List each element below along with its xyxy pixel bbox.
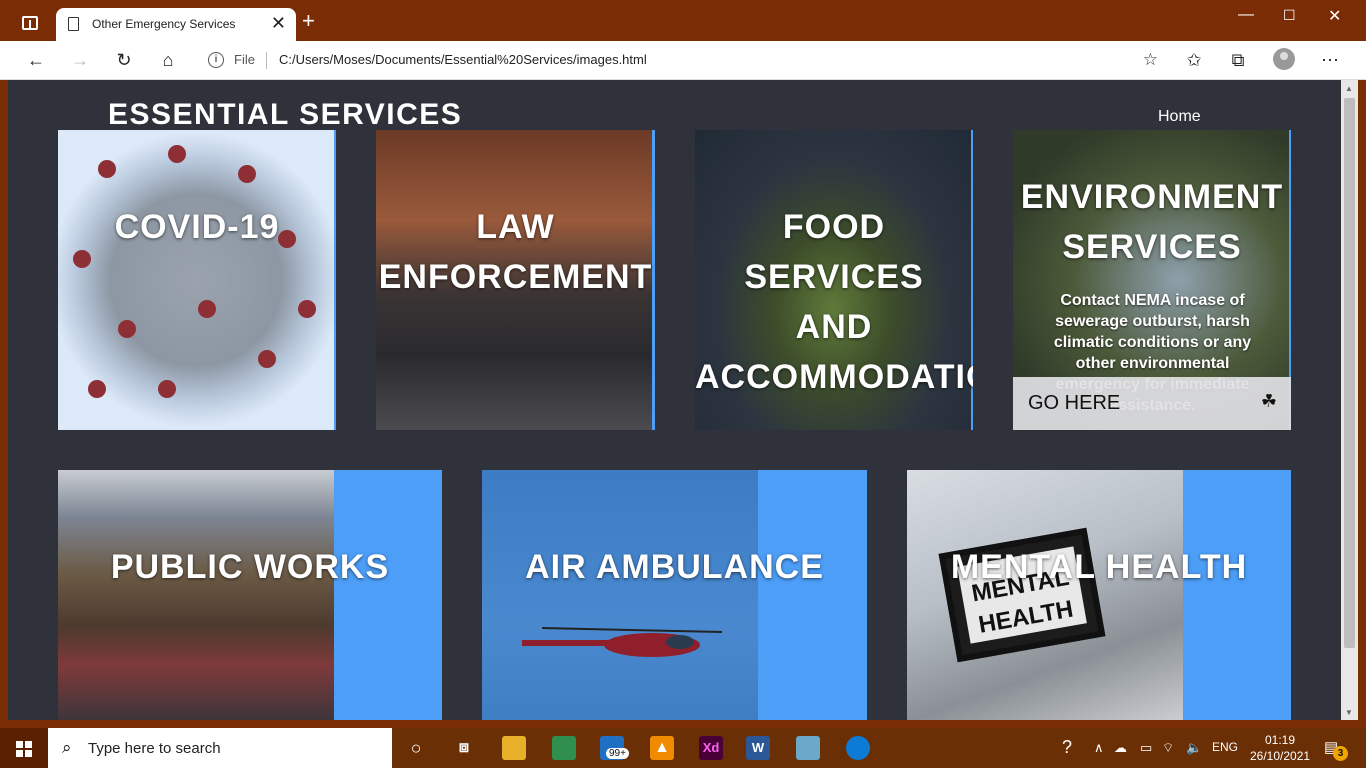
close-window-icon[interactable]: ✕	[1328, 6, 1341, 26]
task-view-icon[interactable]: ⧈	[452, 736, 476, 760]
adobe-xd-icon[interactable]: Xd	[699, 736, 723, 760]
volume-icon[interactable]: 🔈	[1186, 740, 1202, 756]
card-label-mental-health: MENTAL HEALTH	[950, 548, 1248, 586]
window-frame-left	[0, 80, 8, 728]
new-tab-icon[interactable]: +	[302, 10, 315, 32]
auditorium-image	[58, 470, 334, 720]
windows-taskbar: ⌕ Type here to search ○ ⧈ 99+ ▲ Xd W ? ∧…	[0, 728, 1366, 768]
favorites-icon[interactable]: ✩	[1182, 49, 1206, 71]
maximize-icon[interactable]: ☐	[1283, 7, 1296, 24]
vertical-scrollbar[interactable]: ▲ ▼	[1341, 80, 1358, 720]
site-title: ESSENTIAL SERVICES	[108, 98, 463, 131]
browser-tab-bar: Other Emergency Services ✕ + — ☐ ✕	[0, 0, 1366, 41]
refresh-icon[interactable]: ↻	[112, 49, 136, 71]
language-indicator[interactable]: ENG	[1212, 740, 1238, 754]
cloud-icon[interactable]: ☁	[1114, 740, 1127, 756]
helicopter-image	[482, 470, 758, 720]
leaf-icon: ☘	[1260, 391, 1277, 411]
covid-virus-image	[58, 130, 334, 430]
card-mental-health[interactable]: MENTAL HEALTH MENTAL HEALTH	[907, 470, 1291, 720]
more-menu-icon[interactable]: ⋯	[1318, 49, 1342, 71]
info-icon[interactable]: i	[208, 52, 224, 68]
mail-badge: 99+	[606, 748, 629, 759]
clock-time: 01:19	[1264, 733, 1296, 747]
tab-title: Other Emergency Services	[92, 17, 236, 31]
helicopter-icon	[522, 627, 722, 657]
window-frame-bottom	[0, 720, 1366, 728]
clock-date: 26/10/2021	[1250, 749, 1311, 763]
windows-logo-icon	[16, 741, 32, 757]
start-button[interactable]	[0, 728, 48, 768]
system-clock[interactable]: 01:19 26/10/2021	[1250, 732, 1310, 764]
app-icon[interactable]	[796, 736, 820, 760]
home-icon[interactable]: ⌂	[156, 49, 180, 71]
card-label-law: LAW ENFORCEMENT	[378, 208, 653, 296]
browser-toolbar: ← → ↻ ⌂ i File C:/Users/Moses/Documents/…	[0, 41, 1366, 80]
file-label: File	[234, 52, 255, 67]
scroll-down-icon[interactable]: ▼	[1345, 708, 1353, 717]
url-text[interactable]: C:/Users/Moses/Documents/Essential%20Ser…	[279, 52, 647, 67]
card-air-ambulance[interactable]: AIR AMBULANCE	[482, 470, 867, 720]
page-viewport: ESSENTIAL SERVICES Home COVID-19 LAW ENF…	[8, 80, 1340, 720]
address-bar[interactable]: i File C:/Users/Moses/Documents/Essentia…	[196, 46, 1166, 75]
add-favorite-icon[interactable]: ☆	[1143, 50, 1158, 70]
profile-avatar[interactable]	[1273, 48, 1295, 70]
card-food-services[interactable]: FOOD SERVICES AND ACCOMMODATION	[695, 130, 973, 430]
forward-icon[interactable]: →	[68, 49, 92, 71]
store-icon[interactable]	[552, 736, 576, 760]
card-environment[interactable]: ENVIRONMENT SERVICES Contact NEMA incase…	[1013, 130, 1291, 430]
minimize-icon[interactable]: —	[1238, 6, 1254, 24]
card-label-covid: COVID-19	[114, 208, 280, 246]
card-covid[interactable]: COVID-19	[58, 130, 336, 430]
search-icon: ⌕	[62, 738, 72, 757]
window-frame-right	[1358, 80, 1366, 728]
tab-actions-icon[interactable]	[22, 16, 38, 30]
edge-icon[interactable]	[846, 736, 870, 760]
word-icon[interactable]: W	[746, 736, 770, 760]
scroll-up-icon[interactable]: ▲	[1345, 84, 1353, 93]
vlc-icon[interactable]: ▲	[650, 736, 674, 760]
card-law-enforcement[interactable]: LAW ENFORCEMENT	[376, 130, 655, 430]
go-here-label: GO HERE	[1028, 392, 1121, 414]
browser-tab[interactable]: Other Emergency Services ✕	[56, 8, 296, 41]
show-hidden-icons-icon[interactable]: ∧	[1094, 740, 1104, 756]
go-here-button[interactable]: GO HERE ☘	[1013, 377, 1291, 430]
battery-icon[interactable]: ▭	[1140, 740, 1152, 756]
card-public-works[interactable]: PUBLIC WORKS	[58, 470, 442, 720]
back-icon[interactable]: ←	[24, 49, 48, 71]
notification-count-badge: 3	[1333, 746, 1348, 761]
page-icon	[68, 17, 79, 31]
card-label-environment: ENVIRONMENT SERVICES	[1020, 178, 1284, 266]
card-label-food: FOOD SERVICES AND ACCOMMODATION	[695, 208, 973, 396]
card-label-air-ambulance: AIR AMBULANCE	[525, 548, 824, 586]
help-icon[interactable]: ?	[1062, 737, 1072, 758]
file-explorer-icon[interactable]	[502, 736, 526, 760]
cortana-icon[interactable]: ○	[404, 736, 428, 760]
network-icon[interactable]: ⌔	[1162, 740, 1174, 756]
scroll-thumb[interactable]	[1344, 98, 1355, 648]
taskbar-search[interactable]: ⌕ Type here to search	[48, 728, 392, 768]
nav-home-link[interactable]: Home	[1158, 108, 1201, 126]
address-separator	[266, 52, 267, 69]
close-tab-icon[interactable]: ✕	[271, 13, 286, 33]
search-placeholder: Type here to search	[88, 740, 221, 757]
card-label-public-works: PUBLIC WORKS	[110, 548, 390, 586]
collections-icon[interactable]: ⧉	[1226, 49, 1250, 71]
mental-health-image: MENTAL HEALTH	[907, 470, 1183, 720]
